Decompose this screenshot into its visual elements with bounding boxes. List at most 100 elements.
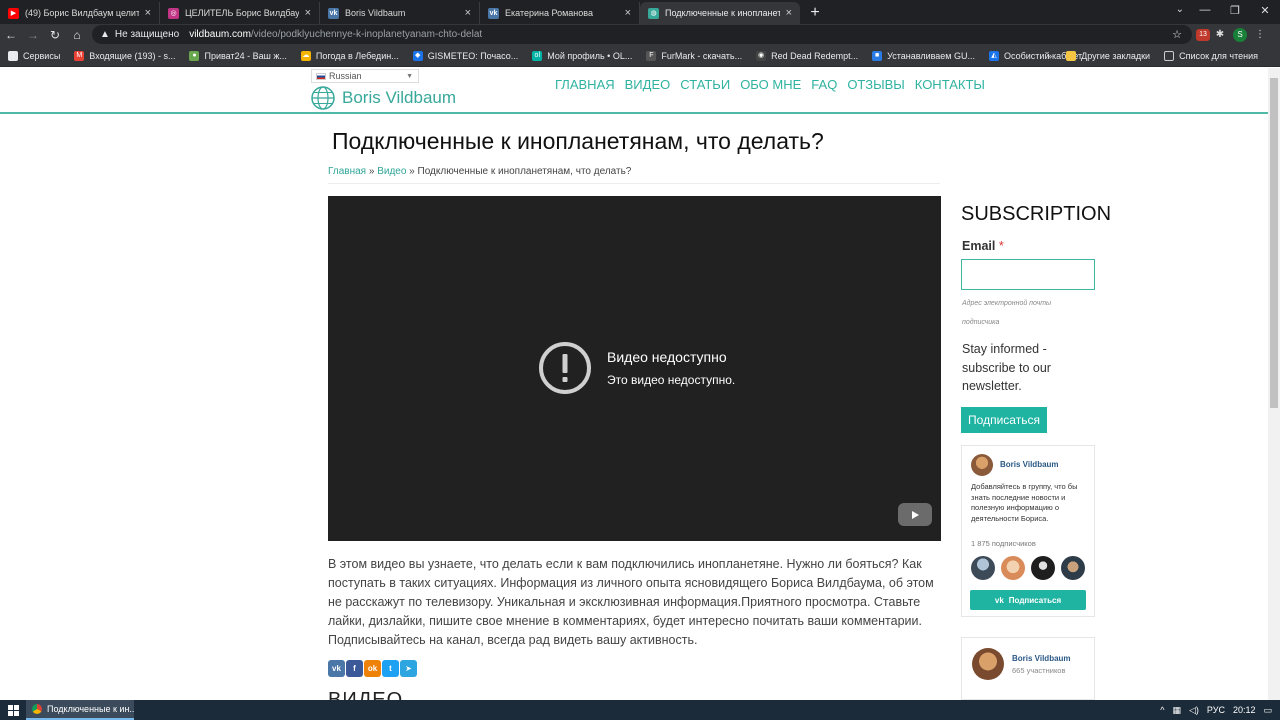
site-logo[interactable]: Boris Vildbaum [311,86,456,110]
warning-triangle-icon[interactable]: ▲ [100,29,110,40]
share-odnoklassniki-icon[interactable]: ok [364,660,381,677]
browser-tab[interactable]: vk Екатерина Романова × [480,2,640,24]
bookmark-item[interactable]: ☁ Погода в Лебедин... [300,50,399,61]
tab-close-icon[interactable]: × [305,7,311,19]
vk-subscribe-button[interactable]: vk Подписаться [970,590,1086,610]
browser-toolbar: ← → ↻ ⌂ ▲ Не защищено vildbaum.com/video… [0,24,1280,45]
bookmark-item[interactable]: ◆ GISMETEO: Почасо... [412,50,518,61]
home-icon[interactable]: ⌂ [66,24,88,45]
member-avatar[interactable] [1031,556,1055,580]
browser-tab[interactable]: ◎ ЦЕЛИТЕЛЬ Борис Вилдбаум (@... × [160,2,320,24]
extension-badge-icon[interactable]: 13 [1196,28,1210,41]
tray-chevron-icon[interactable]: ^ [1160,705,1164,715]
breadcrumb-separator: » [366,166,378,177]
share-buttons: vk f ok t ➤ [328,660,418,677]
share-twitter-icon[interactable]: t [382,660,399,677]
bookmark-item[interactable]: ol Мой профиль • OL... [532,50,633,61]
chevron-down-icon: ▼ [406,72,413,80]
nav-link[interactable]: ГЛАВНАЯ [555,77,615,92]
reading-list-label: Список для чтения [1179,50,1258,61]
tab-search-icon[interactable]: ⌄ [1176,4,1184,15]
bookmark-favicon-icon: ⋮ [8,50,18,61]
member-avatar[interactable] [1061,556,1085,580]
vk-community-name[interactable]: Boris Vildbaum [1012,654,1071,663]
nav-link[interactable]: ОТЗЫВЫ [847,77,904,92]
clock[interactable]: 20:12 [1233,705,1256,715]
bookmark-label: Приват24 - Ваш ж... [204,50,287,61]
browser-tab[interactable]: ▶ (49) Борис Вилдбаум целитель ... × [0,2,160,24]
bookmark-item[interactable]: M Входящие (193) - s... [74,50,175,61]
minimize-icon[interactable]: — [1190,0,1220,20]
keyboard-language[interactable]: РУС [1207,705,1225,715]
subscribe-button[interactable]: Подписаться [961,407,1047,433]
nav-link[interactable]: FAQ [811,77,837,92]
nav-link[interactable]: ОБО МНЕ [740,77,801,92]
page-scrollbar[interactable] [1268,68,1280,700]
bookmark-favicon-icon: ◭ [989,50,999,61]
member-avatar[interactable] [971,556,995,580]
bookmark-item[interactable]: F FurMark - скачать... [646,50,742,61]
breadcrumb-video-link[interactable]: Видео [377,166,406,177]
bookmark-star-icon[interactable]: ☆ [1172,28,1182,41]
browser-tab[interactable]: vk Boris Vildbaum × [320,2,480,24]
language-selector[interactable]: Russian ▼ [311,69,419,83]
vk-group-name[interactable]: Boris Vildbaum [1000,460,1059,469]
video-player[interactable]: Видео недоступно Это видео недоступно. [328,196,941,541]
extensions-puzzle-icon[interactable]: ✱ [1210,25,1230,44]
share-vk-icon[interactable]: vk [328,660,345,677]
browser-tab[interactable]: ◍ Подключенные к инопланетянам... × [640,2,800,24]
reload-icon[interactable]: ↻ [44,24,66,45]
bookmarks-list: ⋮ Сервисы M Входящие (193) - s... ● Приват24 … [8,50,1096,61]
breadcrumb-home-link[interactable]: Главная [328,166,366,177]
bookmarks-right: » Другие закладки Список для чтения [1047,50,1272,61]
url-path[interactable]: /video/podklyuchennye-k-inoplanetyanam-c… [251,29,482,40]
tab-close-icon[interactable]: × [625,7,631,19]
bookmark-item[interactable]: ■ Устанавливаем GU... [872,50,975,61]
bookmark-item[interactable]: ● Приват24 - Ваш ж... [189,50,287,61]
tab-title: (49) Борис Вилдбаум целитель ... [25,8,139,18]
email-label-text: Email [962,239,996,253]
tab-close-icon[interactable]: × [786,7,792,19]
exclamation-circle-icon [539,342,591,394]
forward-arrow-icon[interactable]: → [22,24,44,45]
member-avatar[interactable] [1001,556,1025,580]
profile-avatar[interactable]: S [1230,25,1250,44]
close-window-icon[interactable]: ✕ [1250,0,1280,20]
notifications-icon[interactable]: ▭ [1263,705,1272,716]
taskbar-chrome-window[interactable]: Подключенные к ин... [26,700,134,720]
nav-link[interactable]: СТАТЬИ [680,77,730,92]
tab-close-icon[interactable]: × [145,7,151,19]
url-domain[interactable]: vildbaum.com [189,29,251,40]
nav-link[interactable]: КОНТАКТЫ [915,77,985,92]
scrollbar-thumb[interactable] [1270,78,1278,408]
tray-network-icon[interactable]: ▦ [1172,705,1181,716]
windows-start-icon[interactable] [0,700,26,720]
back-arrow-icon[interactable]: ← [0,24,22,45]
share-facebook-icon[interactable]: f [346,660,363,677]
brand-name: Boris Vildbaum [342,88,457,107]
avatar[interactable] [972,648,1004,680]
restore-icon[interactable]: ❐ [1220,0,1250,20]
bookmark-label: Устанавливаем GU... [887,50,975,61]
tab-title: ЦЕЛИТЕЛЬ Борис Вилдбаум (@... [185,8,299,18]
bookmark-item[interactable]: ⋮ Сервисы [8,50,60,61]
bookmark-item[interactable]: ◉ Red Dead Redempt... [756,50,858,61]
reading-list-button[interactable]: Список для чтения [1164,50,1258,61]
address-bar[interactable]: ▲ Не защищено vildbaum.com/video/podklyu… [92,25,1192,44]
youtube-logo-icon[interactable] [898,503,932,526]
system-tray: ^ ▦ ◁) РУС 20:12 ▭ [1152,700,1272,720]
tray-volume-icon[interactable]: ◁) [1189,705,1199,716]
other-bookmarks-folder[interactable]: Другие закладки [1066,50,1150,61]
email-field[interactable] [961,259,1095,290]
browser-menu-icon[interactable]: ⋮ [1250,25,1270,44]
avatar[interactable] [971,454,993,476]
new-tab-button[interactable]: + [800,2,830,24]
not-secure-label[interactable]: Не защищено [115,29,179,40]
tab-favicon-icon: ◍ [648,7,659,19]
tab-favicon-icon: ◎ [168,7,179,19]
bookmarks-overflow-button[interactable]: » [1047,51,1052,61]
bookmark-label: Мой профиль • OL... [547,50,633,61]
share-telegram-icon[interactable]: ➤ [400,660,417,677]
nav-link[interactable]: ВИДЕО [625,77,671,92]
tab-close-icon[interactable]: × [465,7,471,19]
